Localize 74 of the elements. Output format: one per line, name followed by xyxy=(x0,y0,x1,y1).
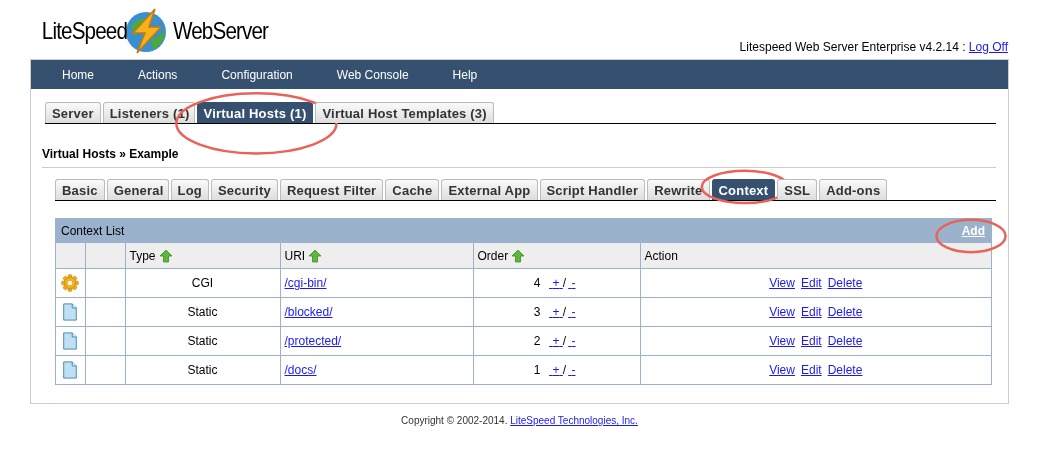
column-label: Action xyxy=(644,248,678,263)
action-link[interactable]: Edit xyxy=(800,334,822,348)
order-value: 2 xyxy=(533,334,541,348)
document-icon xyxy=(61,303,80,321)
move-up-link[interactable]: + xyxy=(549,363,563,377)
uri-link[interactable]: /cgi-bin/ xyxy=(284,276,327,290)
sort-up-icon[interactable] xyxy=(511,248,526,263)
action-link[interactable]: View xyxy=(769,276,795,290)
move-down-link[interactable]: - xyxy=(568,305,576,319)
column-label[interactable]: URI xyxy=(284,248,306,263)
log-off-link[interactable]: Log Off xyxy=(968,40,1008,54)
menu-item[interactable]: Configuration xyxy=(221,67,293,82)
move-down-link[interactable]: - xyxy=(568,276,576,290)
action-link[interactable]: View xyxy=(769,363,795,377)
slash-text: / xyxy=(562,305,567,319)
logo-text: WebServer xyxy=(173,17,269,45)
gear-icon xyxy=(61,274,80,292)
tab[interactable]: Context xyxy=(711,179,776,200)
action-link[interactable]: View xyxy=(769,305,795,319)
move-down-link[interactable]: - xyxy=(568,363,576,377)
tab[interactable]: Basic xyxy=(55,179,105,200)
company-link[interactable]: LiteSpeed Technologies, Inc. xyxy=(510,415,638,426)
column-label[interactable]: Type xyxy=(129,248,156,263)
tab[interactable]: Rewrite xyxy=(647,179,710,200)
tab[interactable]: External App xyxy=(441,179,538,200)
document-icon xyxy=(61,332,80,350)
document-icon xyxy=(61,361,80,379)
tab[interactable]: Virtual Hosts (1) xyxy=(196,102,314,123)
move-up-link[interactable]: + xyxy=(549,305,563,319)
tab[interactable]: Log xyxy=(170,179,209,200)
menu-item[interactable]: Help xyxy=(452,67,478,82)
action-link[interactable]: Delete xyxy=(827,334,863,348)
tab[interactable]: Virtual Host Templates (3) xyxy=(315,102,494,123)
order-value: 4 xyxy=(533,276,541,290)
sort-up-icon[interactable] xyxy=(308,248,323,263)
menu-item[interactable]: Web Console xyxy=(336,67,409,82)
tab[interactable]: SSL xyxy=(777,179,818,200)
move-up-link[interactable]: + xyxy=(549,276,563,290)
menu-item[interactable]: Actions xyxy=(138,67,178,82)
order-value: 1 xyxy=(533,363,541,377)
tab[interactable]: Request Filter xyxy=(279,179,384,200)
version-text: Litespeed Web Server Enterprise v4.2.14 : xyxy=(739,40,966,54)
action-link[interactable]: Delete xyxy=(827,276,863,290)
sort-up-icon[interactable] xyxy=(158,248,173,263)
slash-text: / xyxy=(562,276,567,290)
uri-link[interactable]: /protected/ xyxy=(284,334,342,348)
tab[interactable]: Server xyxy=(45,102,101,123)
order-value: 3 xyxy=(533,305,541,319)
breadcrumb: Virtual Hosts » Example xyxy=(42,147,180,161)
action-link[interactable]: Delete xyxy=(827,363,863,377)
slash-text: / xyxy=(562,334,567,348)
tab[interactable]: Add-ons xyxy=(819,179,888,200)
action-link[interactable]: Delete xyxy=(827,305,863,319)
tab[interactable]: Cache xyxy=(385,179,440,200)
table-title: Context List xyxy=(61,224,125,238)
action-link[interactable]: Edit xyxy=(800,305,822,319)
tab[interactable]: General xyxy=(106,179,169,200)
column-label[interactable]: Order xyxy=(477,248,509,263)
logo-text: LiteSpeed xyxy=(41,17,128,45)
table-cell: CGI xyxy=(125,268,280,298)
tab[interactable]: Security xyxy=(210,179,278,200)
action-link[interactable]: View xyxy=(769,334,795,348)
move-down-link[interactable]: - xyxy=(568,334,576,348)
action-link[interactable]: Edit xyxy=(800,363,822,377)
uri-link[interactable]: /docs/ xyxy=(284,363,317,377)
tab[interactable]: Script Handler xyxy=(539,179,646,200)
table-cell: Static xyxy=(125,297,280,327)
move-up-link[interactable]: + xyxy=(549,334,563,348)
action-link[interactable]: Edit xyxy=(800,276,822,290)
table-cell: Static xyxy=(125,326,280,356)
menu-item[interactable]: Home xyxy=(62,67,94,82)
slash-text: / xyxy=(562,363,567,377)
uri-link[interactable]: /blocked/ xyxy=(284,305,333,319)
copyright-text: Copyright © 2002-2014. xyxy=(401,415,508,426)
